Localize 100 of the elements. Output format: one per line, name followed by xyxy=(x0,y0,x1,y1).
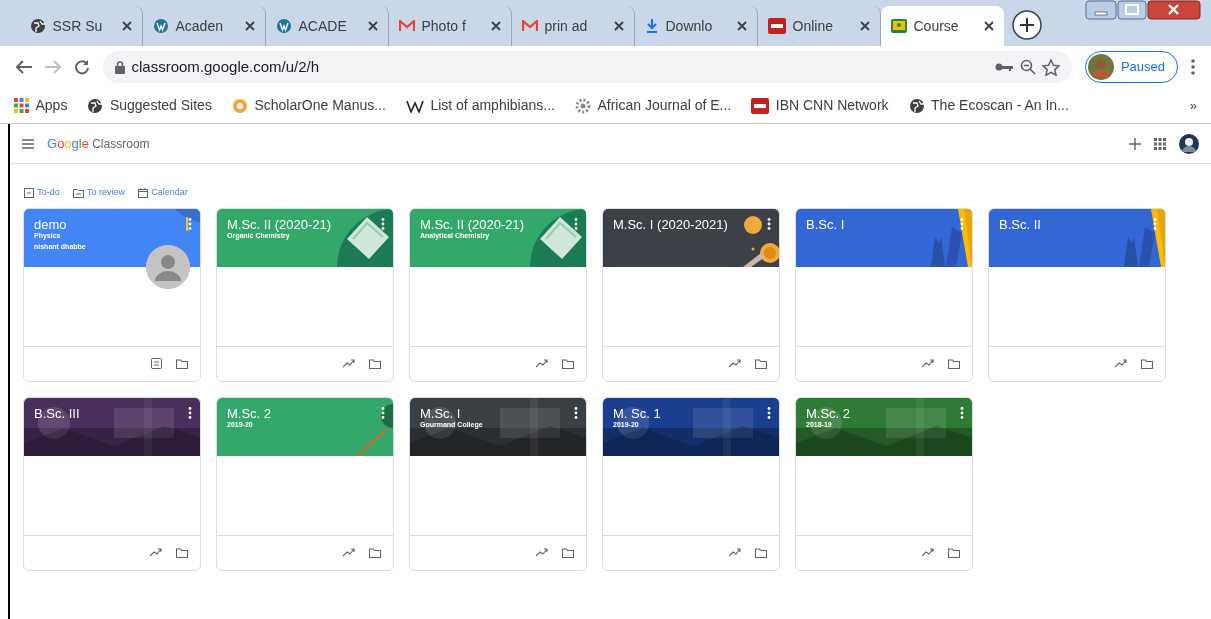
trend-icon[interactable] xyxy=(729,548,741,557)
more-icon[interactable] xyxy=(574,406,578,419)
trend-icon[interactable] xyxy=(922,359,934,368)
close-icon[interactable] xyxy=(737,21,747,31)
close-icon[interactable] xyxy=(245,21,255,31)
calendar-icon xyxy=(138,187,149,198)
classroom-icon xyxy=(891,19,907,33)
folder-icon xyxy=(72,187,84,198)
trend-icon[interactable] xyxy=(343,359,355,368)
mail-icon xyxy=(522,20,538,32)
course-card[interactable]: B.Sc. II xyxy=(988,207,1166,382)
trend-icon[interactable] xyxy=(922,548,934,557)
trend-icon[interactable] xyxy=(536,359,548,368)
classroom-logo[interactable]: Google Classroom xyxy=(47,133,150,154)
folder-icon[interactable] xyxy=(562,358,574,369)
back-icon[interactable] xyxy=(16,60,32,74)
course-title[interactable]: B.Sc. II xyxy=(999,217,1155,233)
hands-drawing xyxy=(931,208,972,267)
nav-link[interactable]: To review xyxy=(72,186,126,200)
bookmark[interactable]: African Journal of E... xyxy=(574,95,732,116)
todo-icon xyxy=(24,187,34,198)
more-icon[interactable] xyxy=(381,406,385,419)
course-title[interactable]: M.Sc. 2 xyxy=(806,406,962,422)
bookmark[interactable]: ScholarOne Manus... xyxy=(231,95,386,116)
bookmark[interactable]: List of amphibians... xyxy=(405,95,555,116)
browser-tab[interactable]: Course xyxy=(881,6,1004,46)
zoom-icon[interactable] xyxy=(1019,59,1036,75)
trend-icon[interactable] xyxy=(1115,359,1127,368)
address-bar[interactable]: classroom.google.com/u/2/h xyxy=(103,51,1073,83)
tree-drawing xyxy=(356,403,393,456)
nav-link[interactable]: Calendar xyxy=(138,186,188,200)
course-title[interactable]: B.Sc. I xyxy=(806,217,962,233)
bookmark[interactable]: IBN CNN Network xyxy=(751,95,889,116)
menu-icon[interactable] xyxy=(22,138,34,149)
folder-icon[interactable] xyxy=(948,358,960,369)
folder-icon[interactable] xyxy=(176,358,188,369)
folder-icon[interactable] xyxy=(369,358,381,369)
folder-icon[interactable] xyxy=(1141,358,1153,369)
course-title[interactable]: M.Sc. I xyxy=(420,406,576,422)
close-icon[interactable] xyxy=(984,21,994,31)
gear-icon xyxy=(574,97,591,114)
course-title[interactable]: M. Sc. 1 xyxy=(613,406,769,422)
course-card[interactable]: B.Sc. III xyxy=(23,396,201,571)
more-icon[interactable] xyxy=(960,406,964,419)
folder-icon[interactable] xyxy=(755,358,767,369)
more-icon[interactable] xyxy=(381,217,385,230)
more-icon[interactable] xyxy=(188,217,192,230)
trend-icon[interactable] xyxy=(729,359,741,368)
close-icon[interactable] xyxy=(860,21,870,31)
add-icon[interactable] xyxy=(1129,137,1141,150)
globe-icon xyxy=(87,97,104,114)
bookmark[interactable]: Apps xyxy=(14,95,68,116)
folder-icon[interactable] xyxy=(948,547,960,558)
folder-icon[interactable] xyxy=(755,547,767,558)
folder-icon[interactable] xyxy=(176,547,188,558)
menu-icon[interactable] xyxy=(1191,59,1195,75)
cap-drawing xyxy=(174,208,200,231)
wikipedia-icon xyxy=(405,98,424,113)
course-title[interactable]: demo xyxy=(34,217,190,233)
reload-icon[interactable] xyxy=(74,59,90,75)
wordpress-icon xyxy=(153,18,169,34)
nav-link[interactable]: To-do xyxy=(24,186,60,200)
folder-icon[interactable] xyxy=(562,547,574,558)
new-tab-icon[interactable] xyxy=(1012,10,1042,40)
trend-icon[interactable] xyxy=(343,548,355,557)
apps-grid-icon[interactable] xyxy=(1154,137,1166,150)
close-icon[interactable] xyxy=(614,21,624,31)
mail-icon xyxy=(399,20,415,32)
wordpress-icon xyxy=(276,18,292,34)
close-icon[interactable] xyxy=(368,21,378,31)
close-icon[interactable] xyxy=(122,21,132,31)
folder-icon[interactable] xyxy=(369,547,381,558)
close-icon[interactable] xyxy=(491,21,501,31)
pdf-icon xyxy=(768,18,786,34)
key-icon[interactable] xyxy=(995,62,1014,72)
more-icon[interactable] xyxy=(767,406,771,419)
download-icon xyxy=(645,18,659,34)
course-card[interactable]: M.Sc. I (2020-2021) xyxy=(602,207,780,382)
more-icon[interactable] xyxy=(188,406,192,419)
pdf-icon xyxy=(751,97,770,114)
hands-drawing xyxy=(1124,208,1165,267)
apps-icon xyxy=(14,98,29,113)
bookmark[interactable]: The Ecoscan - An In... xyxy=(908,95,1069,116)
course-title[interactable]: M.Sc. I (2020-2021) xyxy=(613,217,769,233)
trend-icon[interactable] xyxy=(536,548,548,557)
trend-icon[interactable] xyxy=(150,548,162,557)
bookmark[interactable]: Suggested Sites xyxy=(87,95,212,116)
more-icon[interactable] xyxy=(767,217,771,230)
globe-icon xyxy=(908,97,925,114)
account-avatar-icon[interactable] xyxy=(1179,133,1199,154)
ring-logo-icon xyxy=(231,97,248,114)
course-card[interactable]: B.Sc. I xyxy=(795,207,973,382)
coins-drawing xyxy=(743,215,779,267)
more-bookmarks-button[interactable]: » xyxy=(1189,95,1197,116)
gradebook-icon[interactable] xyxy=(151,358,162,369)
star-icon[interactable] xyxy=(1042,58,1061,76)
more-icon[interactable] xyxy=(574,217,578,230)
profile-avatar-icon xyxy=(1088,54,1115,80)
lock-icon xyxy=(115,60,125,74)
globe-icon xyxy=(30,18,46,34)
